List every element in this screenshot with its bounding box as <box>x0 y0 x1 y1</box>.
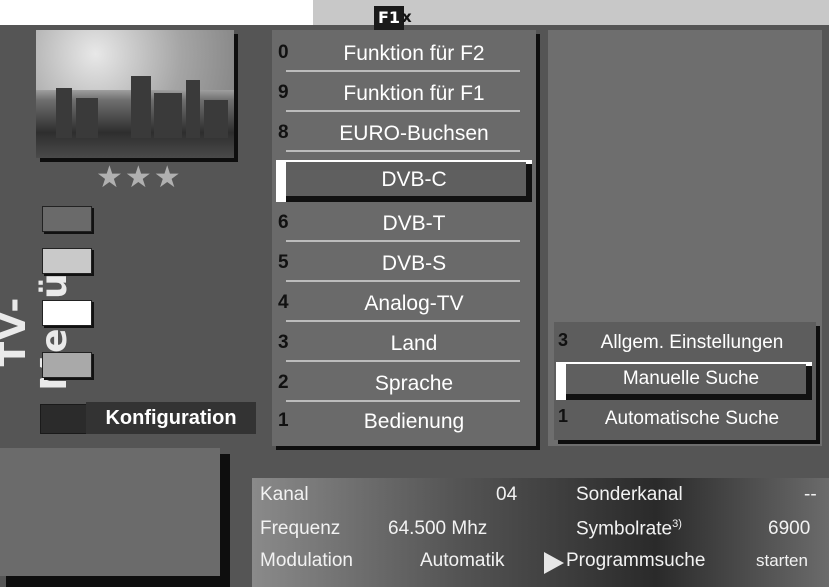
menu-item-label: Sprache <box>374 372 454 395</box>
modulation-value[interactable]: Automatik <box>420 550 504 572</box>
red-key-icon[interactable] <box>42 206 92 232</box>
menu-item-label: Funktion für F1 <box>343 82 485 105</box>
menu-item-label: DVB-T <box>382 212 446 235</box>
info-row-kanal: Kanal 04 Sonderkanal -- <box>252 482 829 512</box>
menu-item-number: 6 <box>278 212 289 233</box>
menu-item-number: 9 <box>278 82 289 103</box>
preview-thumbnail <box>36 30 234 158</box>
yellow-key-icon[interactable] <box>42 300 92 326</box>
menu-item-euro-buchsen[interactable]: 8 EURO-Buchsen <box>272 116 536 154</box>
frequenz-label: Frequenz <box>260 518 341 539</box>
menu-item-label: Bedienung <box>363 410 465 433</box>
menu-item-number: 4 <box>278 292 289 313</box>
menu-item-label: DVB-C <box>381 168 447 191</box>
menu-item-dvb-c-selected[interactable]: DVB-C <box>276 160 532 202</box>
menu-item-label: Analog-TV <box>364 292 464 315</box>
programmsuche-label[interactable]: Programmsuche <box>566 550 705 572</box>
menu-item-analog-tv[interactable]: 4 Analog-TV <box>272 286 536 324</box>
menu-item-dvb-t[interactable]: 6 DVB-T <box>272 206 536 244</box>
search-info-panel: Kanal 04 Sonderkanal -- Frequenz 64.500 … <box>252 478 829 587</box>
play-arrow-icon <box>544 552 564 574</box>
section-label: Konfiguration <box>86 402 256 434</box>
menu-item-funktion-f2[interactable]: 0 Funktion für F2 <box>272 36 536 74</box>
menu-item-label: DVB-S <box>381 252 447 275</box>
menu-item-dvb-s[interactable]: 5 DVB-S <box>272 246 536 284</box>
sonderkanal-label: Sonderkanal <box>576 484 683 505</box>
menu-item-label: Funktion für F2 <box>343 42 485 65</box>
submenu-item-number: 3 <box>558 330 569 350</box>
menu-item-number: 5 <box>278 252 289 273</box>
submenu-item-label: Automatische Suche <box>604 408 780 429</box>
symbolrate-value[interactable]: 6900 <box>768 518 810 540</box>
modulation-label: Modulation <box>260 550 353 571</box>
menu-item-label: EURO-Buchsen <box>339 122 489 145</box>
kanal-value[interactable]: 04 <box>496 484 517 506</box>
frequenz-value[interactable]: 64.500 Mhz <box>388 518 487 540</box>
green-key-icon[interactable] <box>42 248 92 274</box>
menu-item-sprache[interactable]: 2 Sprache <box>272 366 536 404</box>
submenu-item-number: 1 <box>558 406 569 426</box>
submenu-item-label: Allgem. Einstellungen <box>600 332 784 353</box>
submenu-item-manuelle-suche-selected[interactable]: Manuelle Suche <box>556 362 812 400</box>
submenu-item-label: Manuelle Suche <box>622 368 760 389</box>
sub-menu: 3 Allgem. Einstellungen Manuelle Suche 1… <box>554 322 816 440</box>
menu-item-bedienung[interactable]: 1 Bedienung <box>272 404 536 442</box>
rating-stars: ★★★ <box>96 160 183 195</box>
menu-item-land[interactable]: 3 Land <box>272 326 536 364</box>
programmsuche-start-action[interactable]: starten <box>756 551 808 571</box>
sonderkanal-value[interactable]: -- <box>804 484 817 506</box>
section-marker <box>40 404 90 434</box>
menu-item-number: 2 <box>278 372 289 393</box>
info-row-frequenz: Frequenz 64.500 Mhz Symbolrate3) 6900 <box>252 516 829 546</box>
kanal-label: Kanal <box>260 484 309 505</box>
menu-item-number: 0 <box>278 42 289 63</box>
main-menu: 0 Funktion für F2 9 Funktion für F1 8 EU… <box>272 30 536 446</box>
menu-item-number: 3 <box>278 332 289 353</box>
bottom-left-box <box>0 448 220 576</box>
submenu-item-automatische-suche[interactable]: 1 Automatische Suche <box>554 402 816 438</box>
submenu-item-allgem-einstellungen[interactable]: 3 Allgem. Einstellungen <box>554 326 816 362</box>
symbolrate-label: Symbolrate3) <box>576 518 682 540</box>
menu-item-funktion-f1[interactable]: 9 Funktion für F1 <box>272 76 536 114</box>
f1-hotkey-label[interactable]: F1 <box>374 6 404 30</box>
info-row-modulation: Modulation Automatik Programmsuche start… <box>252 548 829 578</box>
close-icon[interactable]: x <box>402 8 412 26</box>
menu-item-number: 8 <box>278 122 289 143</box>
menu-item-label: Land <box>390 332 438 355</box>
blue-key-icon[interactable] <box>42 352 92 378</box>
menu-item-number: 1 <box>278 410 289 431</box>
